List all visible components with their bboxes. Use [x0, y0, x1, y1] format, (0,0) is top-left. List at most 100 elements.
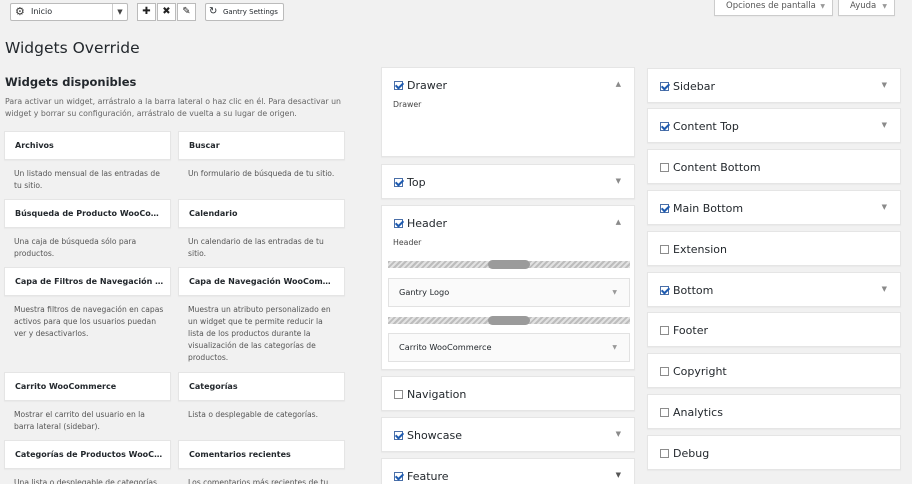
sidebar-drawer: Drawer ▲ Drawer: [381, 67, 635, 157]
checkbox-unchecked-icon[interactable]: [660, 449, 669, 458]
sidebar-navigation-toggle[interactable]: Navigation: [394, 377, 466, 412]
checkbox-checked-icon[interactable]: [660, 204, 669, 213]
widget-capa-navegacion[interactable]: Capa de Navegación WooCommerce: [178, 267, 345, 296]
sidebar-title: Content Top: [673, 120, 739, 133]
checkbox-unchecked-icon[interactable]: [660, 326, 669, 335]
checkbox-checked-icon[interactable]: [394, 431, 403, 440]
widget-description: Un formulario de búsqueda de tu sitio.: [188, 169, 335, 178]
sidebar-header-toggle[interactable]: Header: [394, 206, 447, 241]
sidebar-title: Showcase: [407, 429, 462, 442]
sidebar-feature-toggle[interactable]: Feature: [394, 459, 449, 484]
sidebar-toggle[interactable]: Content Bottom: [660, 150, 761, 185]
checkbox-checked-icon[interactable]: [394, 219, 403, 228]
sidebar-title: Header: [407, 217, 448, 230]
widget-comentarios-recientes[interactable]: Comentarios recientes: [178, 440, 345, 469]
widget-categorias-productos[interactable]: Categorías de Productos WooCommerce: [4, 440, 171, 469]
edit-button[interactable]: ✎: [177, 3, 196, 21]
checkbox-unchecked-icon[interactable]: [394, 390, 403, 399]
chevron-down-icon[interactable]: ▼: [612, 334, 617, 361]
sidebar-title: Footer: [673, 324, 708, 337]
widget-description: Un calendario de las entradas de tu siti…: [188, 237, 324, 258]
sidebar-title: Feature: [407, 470, 449, 483]
checkbox-unchecked-icon[interactable]: [660, 163, 669, 172]
sidebar-toggle[interactable]: Sidebar: [660, 69, 715, 104]
sidebar-toggle[interactable]: Main Bottom: [660, 191, 743, 226]
sidebar-title: Bottom: [673, 284, 714, 297]
sidebar-toggle[interactable]: Debug: [660, 436, 709, 471]
chevron-up-icon[interactable]: ▲: [616, 68, 621, 103]
top-toolbar: ⚙ Inicio ▼ ✚ ✖ ✎ ↻ Gantry Settings Opcio…: [0, 0, 912, 24]
widget-description: Un listado mensual de las entradas de tu…: [14, 169, 160, 190]
chevron-down-icon[interactable]: ▼: [882, 273, 887, 308]
sidebar-title: Top: [407, 176, 426, 189]
override-select-value: Inicio: [31, 7, 53, 16]
checkbox-unchecked-icon[interactable]: [660, 367, 669, 376]
chevron-down-icon[interactable]: ▼: [882, 109, 887, 144]
widget-buscar[interactable]: Buscar: [178, 131, 345, 160]
sidebar-top: Top ▼: [381, 164, 635, 199]
sidebar-title: Drawer: [407, 79, 448, 92]
chevron-down-icon[interactable]: ▼: [612, 279, 617, 306]
sidebar-title: Copyright: [673, 365, 727, 378]
sidebar-toggle[interactable]: Bottom: [660, 273, 713, 308]
placed-widget-title: Gantry Logo: [399, 287, 450, 297]
placed-widget-carrito[interactable]: Carrito WooCommerce ▼: [388, 333, 630, 362]
sidebar-title: Debug: [673, 447, 710, 460]
chevron-down-icon[interactable]: ▼: [882, 191, 887, 226]
sidebar-debug: Debug: [647, 435, 901, 470]
pencil-icon: ✎: [182, 6, 191, 17]
sidebar-toggle[interactable]: Analytics: [660, 395, 723, 430]
widget-archivos[interactable]: Archivos: [4, 131, 171, 160]
checkbox-checked-icon[interactable]: [660, 82, 669, 91]
sidebar-copyright: Copyright: [647, 353, 901, 388]
sidebar-top-toggle[interactable]: Top: [394, 165, 426, 200]
widget-description: Mostrar el carrito del usuario en la bar…: [14, 410, 145, 431]
sidebar-header: Header ▲ Header Gantry Logo ▼ Carrito Woo…: [381, 205, 635, 370]
sidebar-drawer-toggle[interactable]: Drawer: [394, 68, 447, 103]
add-button[interactable]: ✚: [137, 3, 156, 21]
sidebar-toggle[interactable]: Extension: [660, 232, 727, 267]
sidebar-title: Content Bottom: [673, 161, 761, 174]
sidebar-title: Main Bottom: [673, 202, 744, 215]
available-widgets-heading: Widgets disponibles: [5, 75, 137, 89]
sidebar-feature: Feature ▼: [381, 458, 635, 484]
drag-handle[interactable]: [488, 260, 530, 269]
override-select[interactable]: ⚙ Inicio ▼: [10, 3, 128, 21]
widget-busqueda-producto[interactable]: Búsqueda de Producto WooCommerce: [4, 199, 171, 228]
chevron-down-icon[interactable]: ▼: [616, 459, 621, 484]
help-label: Ayuda: [850, 1, 877, 11]
checkbox-checked-icon[interactable]: [394, 178, 403, 187]
placed-widget-gantry-logo[interactable]: Gantry Logo ▼: [388, 278, 630, 307]
screen-options-tab[interactable]: Opciones de pantalla ▼: [714, 0, 833, 16]
checkbox-checked-icon[interactable]: [660, 286, 669, 295]
drag-handle[interactable]: [488, 316, 530, 325]
chevron-down-icon[interactable]: ▼: [882, 69, 887, 104]
chevron-down-icon[interactable]: ▼: [616, 165, 621, 200]
checkbox-unchecked-icon[interactable]: [660, 245, 669, 254]
delete-button[interactable]: ✖: [157, 3, 176, 21]
chevron-down-icon[interactable]: ▼: [616, 418, 621, 453]
widget-calendario[interactable]: Calendario: [178, 199, 345, 228]
sidebar-toggle[interactable]: Footer: [660, 313, 708, 348]
sidebar-toggle[interactable]: Content Top: [660, 109, 739, 144]
sidebar-sidebar: Sidebar ▼: [647, 68, 901, 103]
sidebar-content-top: Content Top ▼: [647, 108, 901, 143]
widget-categorias[interactable]: Categorías: [178, 372, 345, 401]
checkbox-checked-icon[interactable]: [394, 81, 403, 90]
checkbox-checked-icon[interactable]: [660, 122, 669, 131]
sidebar-content-bottom: Content Bottom: [647, 149, 901, 184]
chevron-up-icon[interactable]: ▲: [616, 206, 621, 241]
refresh-icon: ↻: [209, 6, 218, 17]
gear-icon: ⚙: [15, 5, 25, 18]
widget-carrito[interactable]: Carrito WooCommerce: [4, 372, 171, 401]
widget-capa-filtros[interactable]: Capa de Filtros de Navegación WooCommerc…: [4, 267, 171, 296]
checkbox-unchecked-icon[interactable]: [660, 408, 669, 417]
chevron-down-icon: ▼: [882, 3, 887, 10]
gantry-settings-button[interactable]: ↻ Gantry Settings: [205, 3, 284, 21]
sidebar-showcase-toggle[interactable]: Showcase: [394, 418, 462, 453]
placed-widget-title: Carrito WooCommerce: [399, 342, 492, 352]
sidebar-toggle[interactable]: Copyright: [660, 354, 727, 389]
help-tab[interactable]: Ayuda ▼: [838, 0, 895, 16]
sidebar-navigation: Navigation: [381, 376, 635, 411]
checkbox-checked-icon[interactable]: [394, 472, 403, 481]
